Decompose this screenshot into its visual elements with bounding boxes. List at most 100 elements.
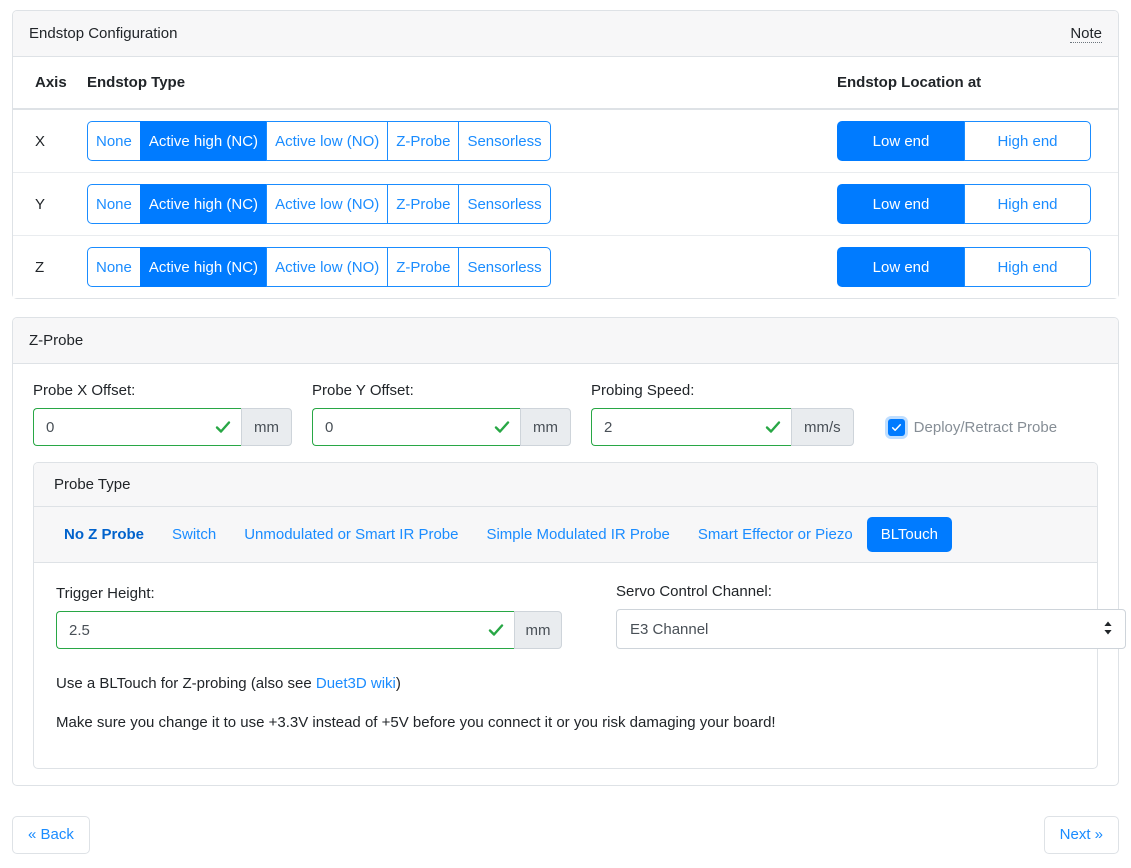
tab-simple-modulated-ir-probe[interactable]: Simple Modulated IR Probe bbox=[472, 517, 683, 552]
endstop-type-z-active-high[interactable]: Active high (NC) bbox=[139, 247, 267, 287]
servo-control-channel-label: Servo Control Channel: bbox=[616, 583, 772, 600]
endstop-card-title: Endstop Configuration bbox=[29, 25, 178, 42]
endstop-configuration-card: Endstop Configuration Note Axis Endstop … bbox=[12, 10, 1119, 299]
probe-y-offset-input[interactable] bbox=[312, 408, 520, 446]
probe-description-line-2: Make sure you change it to use +3.3V ins… bbox=[56, 714, 776, 731]
table-row: X None Active high (NC) Active low (NO) … bbox=[13, 109, 1118, 173]
probe-type-title: Probe Type bbox=[54, 476, 131, 493]
endstop-type-cell-z: None Active high (NC) Active low (NO) Z-… bbox=[87, 235, 837, 298]
probe-description-1-suffix: ) bbox=[395, 675, 401, 692]
tab-unmodulated-or-smart-ir-probe[interactable]: Unmodulated or Smart IR Probe bbox=[230, 517, 472, 552]
header-endstop-location: Endstop Location at bbox=[837, 57, 1118, 110]
endstop-type-z-none[interactable]: None bbox=[87, 247, 140, 287]
probe-y-offset-field: Probe Y Offset: mm bbox=[312, 382, 571, 446]
endstop-location-group-y: Low end High end bbox=[837, 184, 1091, 224]
trigger-height-field: Trigger Height: mm bbox=[56, 585, 562, 649]
endstop-type-y-none[interactable]: None bbox=[87, 184, 140, 224]
endstop-type-y-z-probe[interactable]: Z-Probe bbox=[387, 184, 459, 224]
tab-no-z-probe[interactable]: No Z Probe bbox=[50, 517, 158, 552]
probing-speed-unit: mm/s bbox=[791, 408, 854, 446]
axis-label-x: X bbox=[13, 109, 87, 173]
trigger-height-input[interactable] bbox=[56, 611, 514, 649]
probe-type-tabs: No Z Probe Switch Unmodulated or Smart I… bbox=[34, 507, 1097, 563]
trigger-height-input-wrap bbox=[56, 611, 514, 649]
probing-speed-input-wrap bbox=[591, 408, 791, 446]
endstop-type-x-sensorless[interactable]: Sensorless bbox=[458, 121, 551, 161]
endstop-type-z-active-low[interactable]: Active low (NO) bbox=[266, 247, 388, 287]
header-axis: Axis bbox=[13, 57, 87, 110]
probe-offsets-row: Probe X Offset: mm Probe Y Offset: bbox=[33, 382, 1098, 446]
endstop-table-head: Axis Endstop Type Endstop Location at bbox=[13, 57, 1118, 110]
next-button[interactable]: Next » bbox=[1043, 816, 1119, 854]
probe-type-card-body: Trigger Height: mm bbox=[34, 563, 1126, 768]
endstop-type-z-z-probe[interactable]: Z-Probe bbox=[387, 247, 459, 287]
servo-control-channel-select[interactable]: E3 Channel bbox=[616, 609, 1126, 649]
endstop-location-cell-x: Low end High end bbox=[837, 109, 1118, 173]
endstop-type-group-y: None Active high (NC) Active low (NO) Z-… bbox=[87, 184, 551, 224]
endstop-type-x-active-high[interactable]: Active high (NC) bbox=[139, 121, 267, 161]
z-probe-card: Z-Probe Probe X Offset: mm bbox=[12, 317, 1126, 786]
endstop-location-y-low-end[interactable]: Low end bbox=[837, 184, 964, 224]
endstop-type-x-active-low[interactable]: Active low (NO) bbox=[266, 121, 388, 161]
endstop-location-cell-y: Low end High end bbox=[837, 172, 1118, 236]
probe-x-offset-input-wrap bbox=[33, 408, 241, 446]
table-row: Z None Active high (NC) Active low (NO) … bbox=[13, 235, 1118, 298]
endstop-type-cell-x: None Active high (NC) Active low (NO) Z-… bbox=[87, 109, 837, 173]
probe-description-line-1: Use a BLTouch for Z-probing (also see Du… bbox=[56, 675, 1075, 692]
back-button[interactable]: « Back bbox=[12, 816, 90, 854]
header-endstop-type: Endstop Type bbox=[87, 57, 837, 110]
endstop-type-x-z-probe[interactable]: Z-Probe bbox=[387, 121, 459, 161]
deploy-retract-probe-checkbox[interactable] bbox=[887, 418, 905, 436]
probe-x-offset-field: Probe X Offset: mm bbox=[33, 382, 292, 446]
trigger-height-unit: mm bbox=[514, 611, 562, 649]
trigger-settings-row: Trigger Height: mm bbox=[56, 583, 1126, 649]
endstop-location-z-low-end[interactable]: Low end bbox=[837, 247, 964, 287]
probe-x-offset-input-group: mm bbox=[33, 408, 292, 446]
probe-y-offset-input-wrap bbox=[312, 408, 520, 446]
z-probe-card-title: Z-Probe bbox=[29, 332, 84, 349]
probing-speed-field: Probing Speed: mm/s bbox=[591, 382, 854, 446]
probe-y-offset-input-group: mm bbox=[312, 408, 571, 446]
probe-y-offset-label: Probe Y Offset: bbox=[312, 382, 414, 399]
z-probe-card-header: Z-Probe bbox=[13, 318, 1118, 364]
endstop-location-x-low-end[interactable]: Low end bbox=[837, 121, 964, 161]
endstop-type-group-z: None Active high (NC) Active low (NO) Z-… bbox=[87, 247, 551, 287]
probing-speed-label: Probing Speed: bbox=[591, 382, 695, 399]
probe-y-offset-unit: mm bbox=[520, 408, 571, 446]
endstop-table-body: X None Active high (NC) Active low (NO) … bbox=[13, 109, 1118, 298]
probing-speed-input[interactable] bbox=[591, 408, 791, 446]
deploy-retract-probe-checkbox-row[interactable]: Deploy/Retract Probe bbox=[887, 408, 1058, 446]
endstop-location-x-high-end[interactable]: High end bbox=[964, 121, 1091, 161]
note-link[interactable]: Note bbox=[1070, 25, 1102, 43]
z-probe-card-body: Probe X Offset: mm Probe Y Offset: bbox=[13, 364, 1126, 785]
endstop-location-group-x: Low end High end bbox=[837, 121, 1091, 161]
page-container: Endstop Configuration Note Axis Endstop … bbox=[0, 0, 1131, 786]
deploy-retract-probe-label: Deploy/Retract Probe bbox=[913, 418, 1058, 436]
probe-x-offset-input[interactable] bbox=[33, 408, 241, 446]
endstop-type-y-active-high[interactable]: Active high (NC) bbox=[139, 184, 267, 224]
endstop-type-y-sensorless[interactable]: Sensorless bbox=[458, 184, 551, 224]
endstop-type-z-sensorless[interactable]: Sensorless bbox=[458, 247, 551, 287]
probe-x-offset-label: Probe X Offset: bbox=[33, 382, 136, 399]
endstop-type-y-active-low[interactable]: Active low (NO) bbox=[266, 184, 388, 224]
endstop-location-group-z: Low end High end bbox=[837, 247, 1091, 287]
probe-description-1-prefix: Use a BLTouch for Z-probing (also see bbox=[56, 675, 316, 692]
endstop-location-cell-z: Low end High end bbox=[837, 235, 1118, 298]
axis-label-y: Y bbox=[13, 172, 87, 236]
endstop-location-z-high-end[interactable]: High end bbox=[964, 247, 1091, 287]
probe-x-offset-unit: mm bbox=[241, 408, 292, 446]
duet3d-wiki-link[interactable]: Duet3D wiki bbox=[316, 675, 396, 692]
probing-speed-input-group: mm/s bbox=[591, 408, 854, 446]
checkmark-icon bbox=[891, 423, 901, 431]
tab-smart-effector-or-piezo[interactable]: Smart Effector or Piezo bbox=[684, 517, 867, 552]
trigger-height-input-group: mm bbox=[56, 611, 562, 649]
endstop-type-group-x: None Active high (NC) Active low (NO) Z-… bbox=[87, 121, 551, 161]
endstop-type-cell-y: None Active high (NC) Active low (NO) Z-… bbox=[87, 172, 837, 236]
wizard-footer: « Back Next » bbox=[0, 804, 1131, 854]
endstop-table: Axis Endstop Type Endstop Location at X … bbox=[13, 57, 1118, 298]
endstop-location-y-high-end[interactable]: High end bbox=[964, 184, 1091, 224]
tab-bltouch[interactable]: BLTouch bbox=[866, 517, 952, 552]
endstop-type-x-none[interactable]: None bbox=[87, 121, 140, 161]
servo-control-channel-select-wrap: E3 Channel bbox=[616, 609, 1126, 649]
tab-switch[interactable]: Switch bbox=[158, 517, 230, 552]
